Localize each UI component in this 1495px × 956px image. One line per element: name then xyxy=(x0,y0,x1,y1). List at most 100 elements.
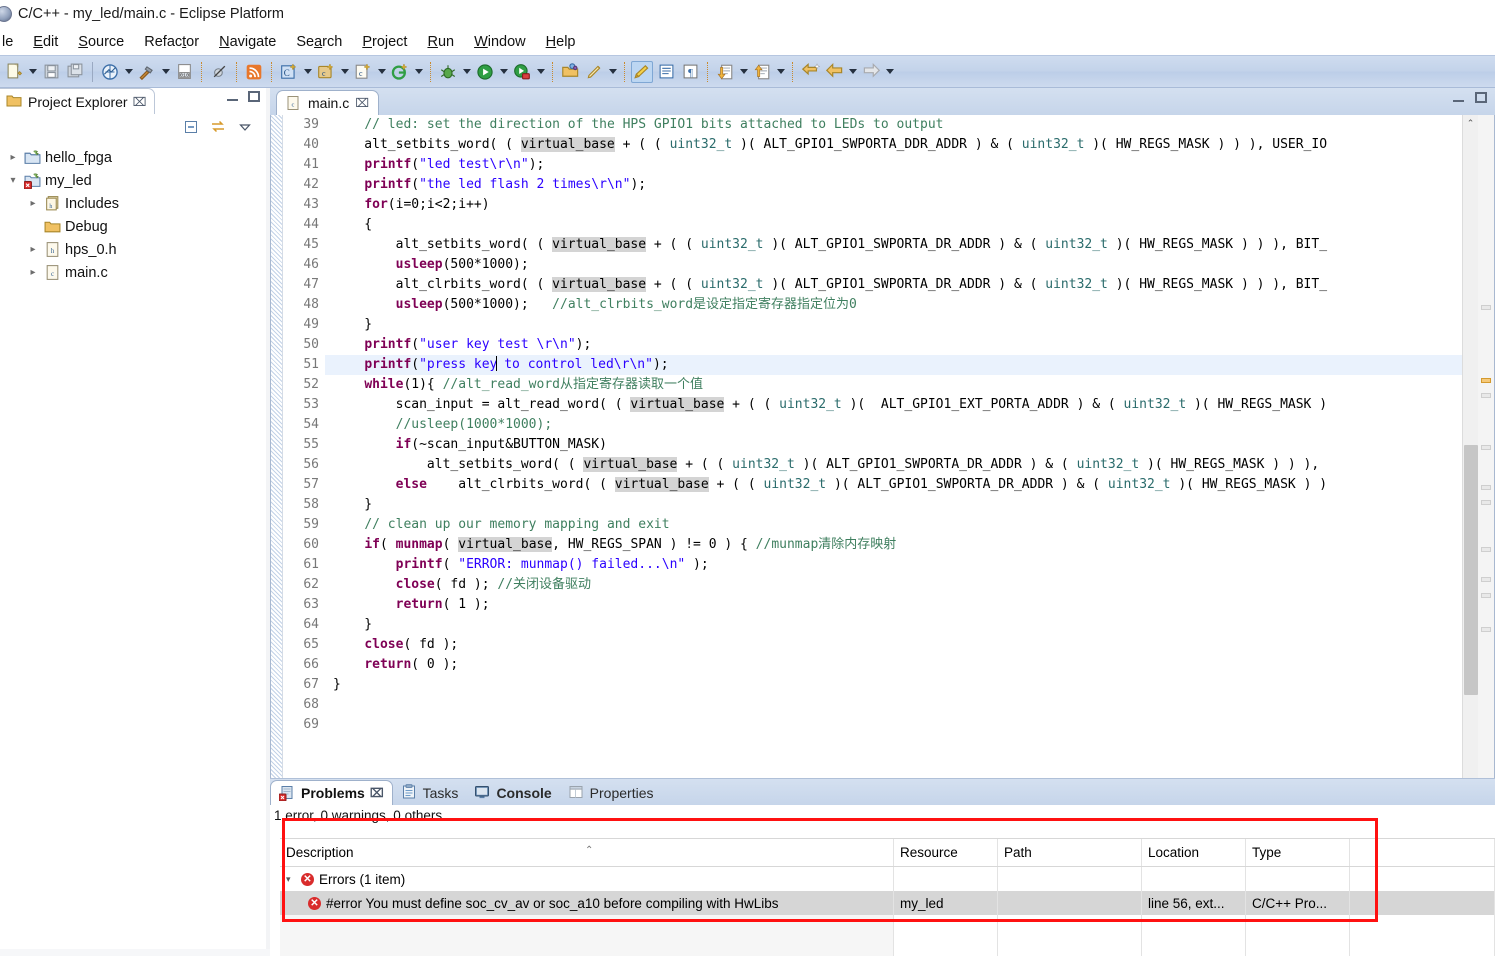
save-icon[interactable] xyxy=(40,61,62,83)
new-c-class-icon[interactable]: C xyxy=(278,61,300,83)
build-hammer-dropdown-icon[interactable] xyxy=(159,61,172,83)
problems-tab-row[interactable]: Problems ⌧ Tasks Console Properties xyxy=(270,778,1495,805)
scroll-up-icon[interactable]: ⌃ xyxy=(1463,115,1478,131)
code-line[interactable]: usleep(500*1000); xyxy=(325,255,1462,275)
new-c-class-dropdown-icon[interactable] xyxy=(301,61,314,83)
code-line[interactable]: alt_setbits_word( ( virtual_base + ( ( u… xyxy=(325,235,1462,255)
collapse-all-icon[interactable] xyxy=(183,119,200,136)
chevron-right-icon[interactable]: ▸ xyxy=(26,267,40,278)
chevron-right-icon[interactable]: ▸ xyxy=(6,152,20,163)
code-line[interactable]: scan_input = alt_read_word( ( virtual_ba… xyxy=(325,395,1462,415)
rss-feed-icon[interactable] xyxy=(243,61,265,83)
tab-properties[interactable]: Properties xyxy=(560,780,662,805)
code-line[interactable]: while(1){ //alt_read_word从指定寄存器读取一个值 xyxy=(325,375,1462,395)
tree-item-hps_0_h[interactable]: ▸ h hps_0.h xyxy=(4,238,266,261)
menu-navigate[interactable]: Navigate xyxy=(209,32,286,52)
external-tools-icon[interactable] xyxy=(511,61,533,83)
overview-marker[interactable] xyxy=(1481,485,1491,490)
run-icon[interactable] xyxy=(474,61,496,83)
open-element-icon[interactable] xyxy=(389,61,411,83)
forward-dropdown-icon[interactable] xyxy=(883,61,896,83)
code-line[interactable]: if( munmap( virtual_base, HW_REGS_SPAN )… xyxy=(325,535,1462,555)
new-wizard-dropdown-icon[interactable] xyxy=(26,61,39,83)
menu-source[interactable]: Source xyxy=(68,32,134,52)
toggle-block-selection-icon[interactable] xyxy=(655,61,677,83)
chevron-right-icon[interactable]: ▸ xyxy=(26,244,40,255)
code-line[interactable]: printf("press key to control led\r\n"); xyxy=(325,355,1462,375)
code-line[interactable]: usleep(500*1000); //alt_clrbits_word是设定指… xyxy=(325,295,1462,315)
code-line[interactable]: // led: set the direction of the HPS GPI… xyxy=(325,115,1462,135)
link-with-editor-icon[interactable] xyxy=(210,119,227,136)
overview-marker[interactable] xyxy=(1481,393,1491,398)
binary-icon[interactable]: 010 xyxy=(173,61,195,83)
overview-marker-warning[interactable] xyxy=(1481,378,1491,383)
tree-item-includes[interactable]: ▸ h Includes xyxy=(4,192,266,215)
show-whitespace-icon[interactable]: ¶ xyxy=(679,61,701,83)
debug-dropdown-icon[interactable] xyxy=(460,61,473,83)
code-line[interactable]: //usleep(1000*1000); xyxy=(325,415,1462,435)
column-header-resource[interactable]: Resource xyxy=(894,839,998,866)
menu-bar[interactable]: le Edit Source Refactor Navigate Search … xyxy=(0,28,1495,55)
menu-project[interactable]: Project xyxy=(352,32,417,52)
column-header-description[interactable]: Description ⌃ xyxy=(280,839,894,866)
maximize-icon[interactable] xyxy=(1475,92,1487,103)
code-line[interactable]: close( fd ); xyxy=(325,635,1462,655)
menu-window[interactable]: Window xyxy=(464,32,536,52)
project-tree[interactable]: ▸ hello_fpga ▾ my_led ▸ h Includes Debug… xyxy=(0,140,266,284)
back-icon[interactable] xyxy=(823,61,845,83)
new-c-source-file-dropdown-icon[interactable] xyxy=(375,61,388,83)
overview-marker[interactable] xyxy=(1481,445,1491,450)
overview-marker[interactable] xyxy=(1481,500,1491,505)
tab-problems[interactable]: Problems ⌧ xyxy=(270,780,393,805)
editor-tab-main-c[interactable]: c main.c ⌧ xyxy=(276,90,380,115)
chevron-right-icon[interactable]: ▸ xyxy=(26,198,40,209)
overview-marker[interactable] xyxy=(1481,305,1491,310)
new-c-project-dropdown-icon[interactable] xyxy=(338,61,351,83)
build-all-icon[interactable] xyxy=(99,61,121,83)
code-line[interactable]: } xyxy=(325,615,1462,635)
previous-annotation-icon[interactable] xyxy=(751,61,773,83)
build-all-dropdown-icon[interactable] xyxy=(122,61,135,83)
code-line[interactable]: else alt_clrbits_word( ( virtual_base + … xyxy=(325,475,1462,495)
minimize-icon[interactable] xyxy=(1453,93,1464,102)
code-line[interactable]: return( 1 ); xyxy=(325,595,1462,615)
code-line[interactable]: for(i=0;i<2;i++) xyxy=(325,195,1462,215)
close-icon[interactable]: ⌧ xyxy=(355,96,369,110)
save-all-icon[interactable] xyxy=(64,61,86,83)
code-line[interactable] xyxy=(325,695,1462,715)
code-line[interactable]: printf("led test\r\n"); xyxy=(325,155,1462,175)
overview-marker[interactable] xyxy=(1481,593,1491,598)
tree-item-hello_fpga[interactable]: ▸ hello_fpga xyxy=(4,146,266,169)
build-hammer-icon[interactable] xyxy=(136,61,158,83)
run-dropdown-icon[interactable] xyxy=(497,61,510,83)
back-dropdown-icon[interactable] xyxy=(846,61,859,83)
debug-icon[interactable] xyxy=(437,61,459,83)
new-c-project-icon[interactable]: c xyxy=(315,61,337,83)
code-line[interactable]: if(~scan_input&BUTTON_MASK) xyxy=(325,435,1462,455)
open-element-dropdown-icon[interactable] xyxy=(412,61,425,83)
column-header-location[interactable]: Location xyxy=(1142,839,1246,866)
next-annotation-dropdown-icon[interactable] xyxy=(737,61,750,83)
skip-all-breakpoints-icon[interactable] xyxy=(208,61,230,83)
code-line[interactable]: { xyxy=(325,215,1462,235)
overview-marker[interactable] xyxy=(1481,577,1491,582)
new-wizard-icon[interactable] xyxy=(3,61,25,83)
tree-item-debug[interactable]: Debug xyxy=(4,215,266,238)
code-line[interactable]: } xyxy=(325,495,1462,515)
menu-edit[interactable]: Edit xyxy=(23,32,68,52)
chevron-down-icon[interactable]: ▾ xyxy=(6,175,20,186)
column-header-type[interactable]: Type xyxy=(1246,839,1350,866)
problems-table[interactable]: Description ⌃ Resource Path Location Typ… xyxy=(280,838,1495,956)
overview-marker[interactable] xyxy=(1481,547,1491,552)
code-line[interactable]: } xyxy=(325,675,1462,695)
overview-marker[interactable] xyxy=(1481,627,1491,632)
problem-group-cell[interactable]: ▾ ✕ Errors (1 item) xyxy=(280,867,894,891)
open-resource-icon[interactable] xyxy=(559,61,581,83)
close-icon[interactable]: ⌧ xyxy=(370,786,384,800)
project-explorer-tab[interactable]: Project Explorer ⌧ xyxy=(0,88,156,114)
menu-help[interactable]: Help xyxy=(536,32,586,52)
code-line[interactable]: return( 0 ); xyxy=(325,655,1462,675)
maximize-icon[interactable] xyxy=(248,91,260,102)
code-line[interactable]: alt_setbits_word( ( virtual_base + ( ( u… xyxy=(325,455,1462,475)
tab-tasks[interactable]: Tasks xyxy=(393,780,467,805)
